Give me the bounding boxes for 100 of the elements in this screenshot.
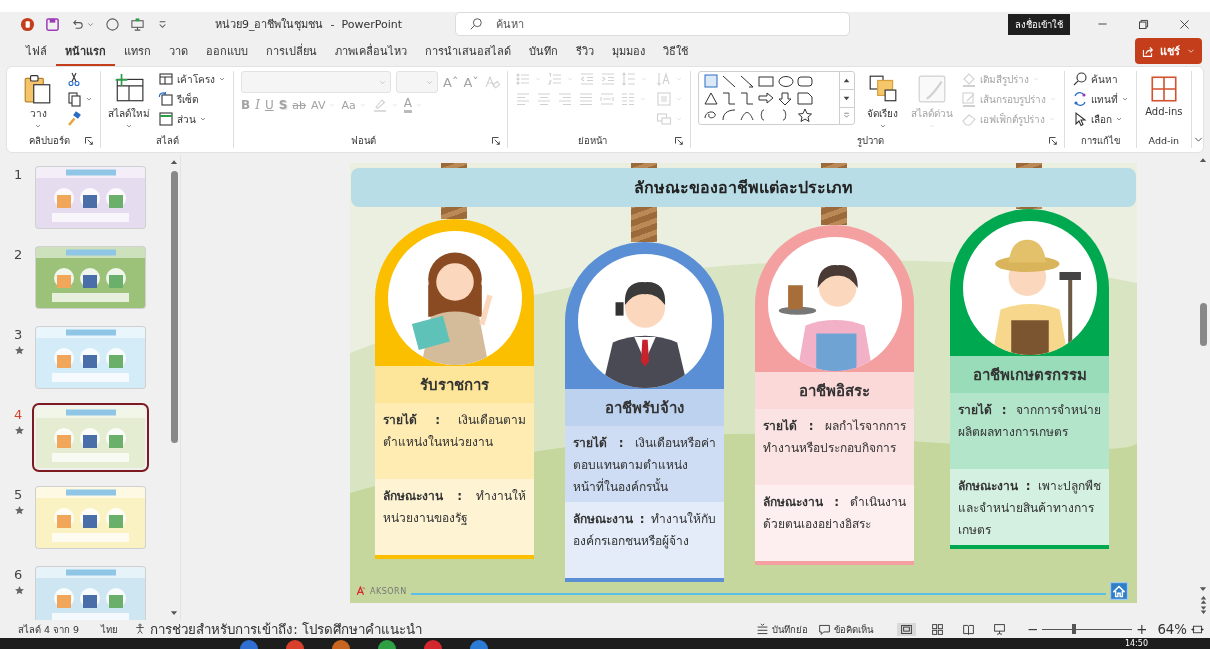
taskbar-app-icon[interactable] [424, 640, 442, 649]
caret-icon [1114, 115, 1123, 123]
caret-icon [1048, 95, 1057, 103]
comments-button[interactable]: ข้อคิดเห็น [818, 621, 874, 637]
zoom-out-button[interactable]: − [1027, 621, 1039, 637]
slider-thumb[interactable] [1071, 624, 1076, 634]
group-label: ย่อหน้า [576, 134, 608, 148]
close-button[interactable] [1178, 17, 1191, 31]
dialog-launcher-icon [1047, 136, 1057, 145]
align-left-icon [514, 91, 531, 107]
scrollbar-thumb[interactable] [1199, 303, 1207, 346]
scrollbar-thumb[interactable] [170, 171, 178, 443]
slide-number: 1 [14, 167, 23, 182]
group-label: Add-in [1147, 135, 1181, 146]
new-slide-button[interactable]: สไลด์ใหม่ [108, 71, 150, 130]
select-button[interactable]: เลือก [1071, 111, 1129, 127]
caret-icon [34, 122, 42, 130]
ribbon-tab[interactable]: ไฟล์ [17, 36, 56, 66]
close-icon [1178, 17, 1191, 31]
highlighter-icon [371, 97, 388, 113]
caret-icon [674, 115, 683, 123]
ribbon-tab[interactable]: ออกแบบ [197, 36, 257, 66]
arrange-button[interactable]: จัดเรียง [862, 71, 903, 130]
section-button[interactable]: ส่วน [158, 111, 226, 127]
accessibility-button[interactable]: การช่วยสำหรับการเข้าถึง: โปรดศึกษาคำแนะนำ [134, 618, 422, 640]
slide-thumbnail[interactable] [36, 247, 145, 308]
present-button[interactable] [130, 16, 145, 32]
slide-number: 5 [14, 487, 23, 502]
dialog-launcher-button[interactable] [1047, 136, 1057, 145]
slide-thumbnail[interactable] [36, 487, 145, 548]
zoom-level-button[interactable]: 64% [1157, 621, 1187, 637]
sign-in-button[interactable]: ลงชื่อเข้าใช้ [1008, 13, 1070, 35]
ribbon-tab[interactable]: ภาพเคลื่อนไหว [326, 36, 416, 66]
ribbon-tab[interactable]: วิธีใช้ [654, 36, 697, 66]
replace-button[interactable]: แทนที่ [1071, 91, 1129, 107]
taskbar-app-icon[interactable] [286, 640, 304, 649]
save-icon [45, 16, 60, 32]
ribbon-tab[interactable]: การนำเสนอสไลด์ [416, 36, 520, 66]
dialog-launcher-icon [84, 136, 93, 145]
scissors-icon [66, 71, 82, 87]
layout-button[interactable]: เค้าโครง [158, 71, 226, 87]
monitor-icon [130, 16, 145, 32]
slide-thumbnail[interactable] [36, 327, 145, 388]
home-button[interactable] [1110, 582, 1128, 600]
addins-button[interactable]: Add-ins [1143, 71, 1184, 117]
home-icon [1110, 582, 1128, 600]
ribbon-tab[interactable]: วาด [160, 36, 197, 66]
ribbon-tab[interactable]: แทรก [115, 36, 160, 66]
copy-button[interactable] [66, 91, 93, 107]
group-label: การแก้ไข [1079, 134, 1121, 148]
caret-icon [927, 122, 936, 130]
language-indicator[interactable]: ไทย [101, 621, 119, 637]
ribbon-tab[interactable]: บันทึก [520, 36, 567, 66]
comment-icon [818, 622, 832, 636]
dialog-launcher-button[interactable] [84, 136, 93, 145]
caret-icon [533, 75, 542, 83]
taskbar-app-icon[interactable] [240, 640, 258, 649]
taskbar-app-icon[interactable] [378, 640, 396, 649]
zoom-in-button[interactable]: + [1136, 621, 1148, 637]
card-title: อาชีพรับจ้าง [565, 389, 724, 426]
ribbon-tab[interactable]: รีวิว [567, 36, 603, 66]
normal-view-button[interactable] [897, 622, 917, 636]
caret-icon [390, 101, 399, 109]
shape-gallery[interactable] [697, 71, 855, 125]
slide-number: 4 [14, 407, 23, 422]
slide-number: 6 [14, 567, 23, 582]
slide-thumbnail[interactable] [36, 567, 145, 620]
logo-button[interactable] [20, 16, 35, 32]
restore-button[interactable] [1137, 17, 1150, 31]
taskbar-app-icon[interactable] [470, 640, 488, 649]
distributed-icon [598, 91, 615, 107]
section-icon [158, 111, 174, 127]
find-button[interactable]: ค้นหา [1071, 71, 1129, 87]
slide-number: 3 [14, 327, 23, 342]
work-text: ลักษณะงาน : ดำเนินงานด้วยตนเองอย่างอิสระ [755, 485, 914, 565]
zoom-slider[interactable] [1042, 624, 1133, 634]
save-button[interactable] [45, 16, 60, 32]
reset-button[interactable]: รีเซ็ต [158, 91, 226, 107]
slide-thumbnail[interactable] [36, 167, 145, 228]
caret-icon [328, 101, 337, 109]
normal-view-icon [900, 622, 914, 636]
ribbon-tab[interactable]: มุมมอง [603, 36, 654, 66]
share-icon [1141, 44, 1154, 58]
align-text-icon [655, 91, 672, 107]
align-right-icon [556, 91, 573, 107]
dialog-launcher-button[interactable] [673, 136, 683, 145]
redo-button[interactable] [105, 16, 120, 32]
share-button[interactable]: แชร์ [1135, 38, 1202, 64]
work-text: ลักษณะงาน : ทำงานให้กับองค์กรเอกชนหรือผู้จ้าง [565, 502, 724, 582]
work-text: ลักษณะงาน : ทำงานให้หน่วยงานของรัฐ [375, 479, 534, 559]
dialog-launcher-button[interactable] [490, 136, 500, 145]
ribbon-tab[interactable]: การเปลี่ยน [257, 36, 326, 66]
search-field[interactable]: ค้นหา [455, 12, 850, 36]
slide-title: ลักษณะของอาชีพแต่ละประเภท [351, 168, 1136, 207]
taskbar-app-icon[interactable] [332, 640, 350, 649]
paste-button[interactable]: วาง [18, 71, 58, 130]
group-label: คลิปบอร์ด [27, 134, 71, 148]
dialog-launcher-icon [490, 136, 500, 145]
line-spacing-icon [620, 71, 637, 87]
notes-button[interactable]: บันทึกย่อ [756, 621, 809, 637]
